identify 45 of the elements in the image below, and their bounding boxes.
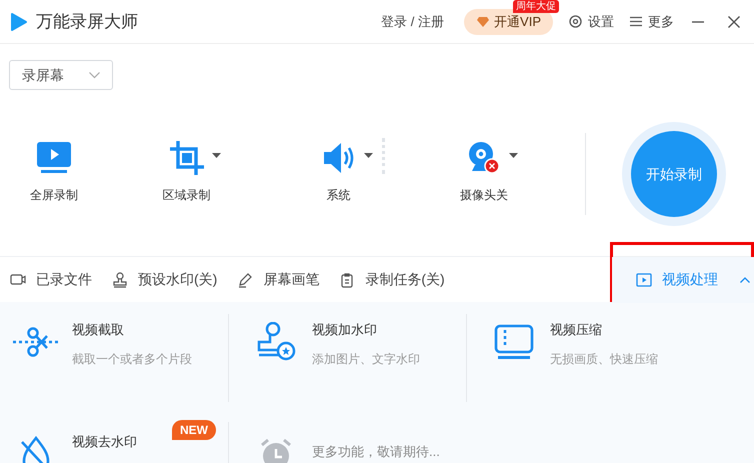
monitor-zip-icon bbox=[494, 324, 534, 360]
camera-icon bbox=[10, 272, 26, 288]
chevron-down-icon bbox=[89, 72, 100, 78]
speaker-icon[interactable] bbox=[322, 141, 356, 175]
tool-description: 添加图片、文字水印 bbox=[312, 350, 420, 368]
toolbar-tab[interactable]: 录制任务(关) bbox=[339, 256, 465, 302]
tool-title[interactable]: 视频加水印 bbox=[312, 320, 420, 340]
stamp-icon bbox=[256, 322, 296, 362]
video-icon bbox=[636, 272, 652, 288]
pen-icon bbox=[237, 272, 254, 288]
mode-dropdown[interactable]: 录屏幕 bbox=[9, 60, 113, 90]
screen-icon[interactable] bbox=[37, 142, 71, 174]
scissors-icon bbox=[13, 326, 59, 358]
login-link[interactable]: 登录 / 注册 bbox=[381, 12, 444, 32]
toolbar-tab[interactable]: 预设水印(关) bbox=[112, 256, 238, 302]
option-label[interactable]: 摄像头关 bbox=[460, 186, 508, 204]
tool-description: 无损画质、快速压缩 bbox=[550, 350, 658, 368]
new-badge: NEW bbox=[172, 420, 216, 440]
promo-badge: 周年大促 bbox=[513, 0, 559, 12]
option-label[interactable]: 全屏录制 bbox=[30, 186, 78, 204]
settings-button[interactable]: 设置 bbox=[569, 12, 614, 32]
tool-title[interactable]: 视频去水印 bbox=[72, 432, 137, 452]
settings-icon bbox=[569, 15, 582, 28]
crop-icon[interactable] bbox=[170, 141, 204, 175]
caret-down-icon[interactable] bbox=[212, 153, 220, 158]
caret-down-icon[interactable] bbox=[509, 153, 518, 158]
option-label[interactable]: 区域录制 bbox=[162, 186, 210, 204]
more-button[interactable]: 更多 bbox=[630, 12, 674, 32]
tool-title[interactable]: 视频截取 bbox=[72, 320, 192, 340]
caret-down-icon[interactable] bbox=[364, 153, 372, 158]
play-logo-icon bbox=[8, 12, 28, 32]
minimize-icon[interactable] bbox=[692, 20, 704, 22]
menu-icon bbox=[630, 16, 642, 27]
close-icon[interactable] bbox=[728, 16, 740, 28]
tool-title[interactable]: 视频压缩 bbox=[550, 320, 658, 340]
toolbar-tab[interactable]: 屏幕画笔 bbox=[237, 256, 340, 302]
tool-description: 截取一个或者多个片段 bbox=[72, 350, 192, 368]
window-title: 万能录屏大师 bbox=[36, 10, 138, 33]
webcam-off-icon[interactable] bbox=[467, 141, 501, 175]
stamp-icon bbox=[112, 272, 128, 288]
toolbar-tab[interactable]: 已录文件 bbox=[0, 256, 112, 302]
clipboard-icon bbox=[339, 272, 356, 288]
option-label[interactable]: 系统 bbox=[326, 186, 350, 204]
tool-title: 更多功能，敬请期待... bbox=[312, 443, 440, 461]
diamond-icon bbox=[476, 16, 490, 28]
